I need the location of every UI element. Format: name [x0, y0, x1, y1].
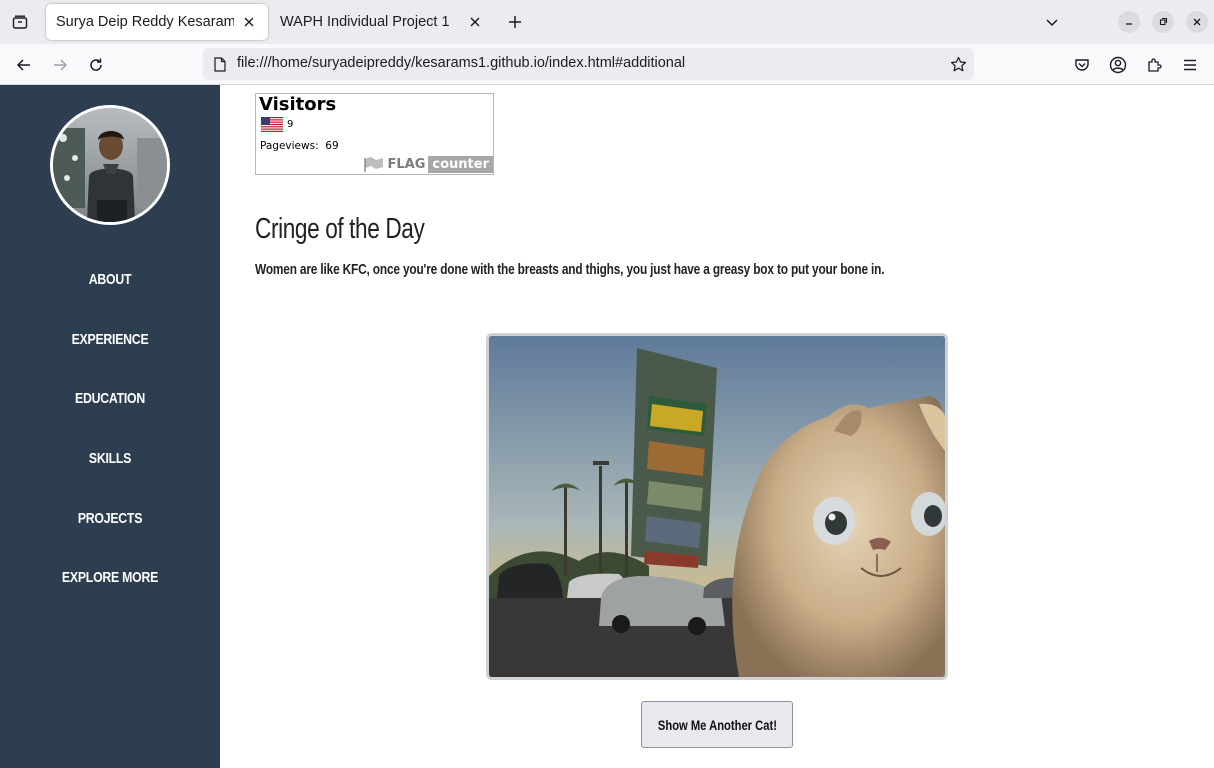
- menu-hamburger-icon[interactable]: [1177, 52, 1203, 78]
- profile-avatar: [50, 105, 170, 225]
- cringe-text: Women are like KFC, once you're done wit…: [255, 261, 885, 278]
- counter-brand-text: counter: [428, 155, 493, 173]
- cat-image: [486, 333, 948, 680]
- tab-waph-project[interactable]: WAPH Individual Project 1: [270, 4, 494, 40]
- close-icon[interactable]: [466, 13, 484, 31]
- page-icon: [211, 55, 229, 73]
- browser-tab-bar: Surya Deip Reddy Kesaram - I WAPH Indivi…: [0, 0, 1214, 44]
- window-close-icon[interactable]: [1186, 11, 1208, 33]
- us-flag-icon: [261, 117, 283, 132]
- account-icon[interactable]: [1105, 52, 1131, 78]
- show-another-cat-button[interactable]: Show Me Another Cat!: [641, 701, 793, 748]
- flag-counter-country-count: 9: [287, 119, 294, 130]
- pocket-icon[interactable]: [1069, 52, 1095, 78]
- sidebar: ABOUT EXPERIENCE EDUCATION SKILLS PROJEC…: [0, 85, 220, 768]
- tab-title: WAPH Individual Project 1: [280, 14, 450, 30]
- reload-icon[interactable]: [83, 52, 109, 78]
- firefox-view-icon[interactable]: [8, 10, 32, 34]
- tab-surya-portfolio[interactable]: Surya Deip Reddy Kesaram - I: [46, 4, 268, 40]
- pageviews-value: 69: [325, 140, 339, 152]
- sidebar-item-projects[interactable]: PROJECTS: [20, 510, 200, 527]
- flag-brand-text: FLAG: [387, 156, 426, 172]
- new-tab-plus-icon[interactable]: [503, 10, 527, 34]
- sidebar-item-experience[interactable]: EXPERIENCE: [20, 331, 200, 348]
- flag-logo-icon: [363, 157, 383, 172]
- flag-counter-country-row: 9: [261, 117, 293, 132]
- browser-nav-bar: file:///home/suryadeipreddy/kesarams1.gi…: [0, 44, 1214, 85]
- sidebar-item-skills[interactable]: SKILLS: [20, 450, 200, 467]
- chevron-down-icon[interactable]: [1040, 10, 1064, 34]
- sidebar-item-education[interactable]: EDUCATION: [20, 390, 200, 407]
- sidebar-item-explore-more[interactable]: EXPLORE MORE: [20, 569, 200, 586]
- main-content: Visitors 9 Pageviews: 69 FLAG counter Cr…: [220, 85, 1214, 768]
- cringe-title: Cringe of the Day: [255, 213, 425, 245]
- flag-counter-pageviews: Pageviews: 69: [260, 140, 339, 152]
- minimize-icon[interactable]: [1118, 11, 1140, 33]
- flag-counter-logo: FLAG counter: [363, 154, 493, 174]
- flag-counter-widget[interactable]: Visitors 9 Pageviews: 69 FLAG counter: [255, 93, 494, 175]
- pageviews-label: Pageviews:: [260, 140, 319, 152]
- extensions-icon[interactable]: [1141, 52, 1167, 78]
- flag-counter-title: Visitors: [259, 94, 337, 115]
- restore-icon[interactable]: [1152, 11, 1174, 33]
- url-text[interactable]: file:///home/suryadeipreddy/kesarams1.gi…: [237, 55, 685, 71]
- sidebar-item-about[interactable]: ABOUT: [20, 271, 200, 288]
- back-arrow-icon[interactable]: [11, 52, 37, 78]
- bookmark-star-icon[interactable]: [948, 54, 968, 74]
- address-bar[interactable]: file:///home/suryadeipreddy/kesarams1.gi…: [203, 48, 974, 80]
- forward-arrow-icon[interactable]: [47, 52, 73, 78]
- show-another-cat-label: Show Me Another Cat!: [657, 716, 777, 733]
- close-icon[interactable]: [240, 13, 258, 31]
- tab-title: Surya Deip Reddy Kesaram - I: [56, 14, 234, 30]
